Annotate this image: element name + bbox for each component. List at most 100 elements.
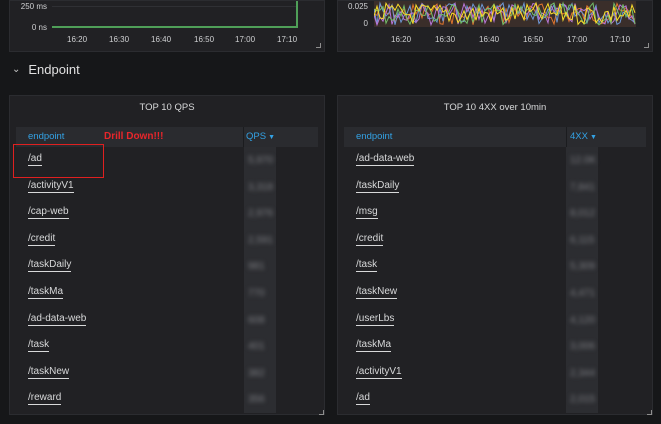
endpoint-link[interactable]: /taskDaily — [356, 180, 400, 193]
column-header-endpoint[interactable]: endpoint — [28, 131, 64, 142]
endpoint-link[interactable]: /ad-data-web — [356, 153, 415, 166]
value-cell: 3,318 — [244, 173, 276, 201]
blurred-value: 2,015 — [570, 394, 596, 406]
table-row: /task 401 — [16, 333, 318, 360]
blurred-value: 401 — [248, 341, 265, 353]
column-divider — [243, 127, 244, 147]
value-cell: 981 — [244, 253, 276, 280]
table-row: /taskNew 4,471 — [344, 280, 646, 307]
endpoint-link[interactable]: /cap-web — [28, 206, 69, 220]
endpoint-link[interactable]: /taskMa — [28, 286, 64, 299]
blurred-value: 6,115 — [570, 234, 595, 246]
endpoint-link[interactable]: /taskNew — [28, 366, 70, 379]
chevron-down-icon: ⌄ — [12, 64, 21, 75]
value-cell: 5,970 — [244, 147, 276, 174]
blurred-value: 5,309 — [570, 261, 596, 273]
column-header-qps[interactable]: QPS ▼ — [246, 131, 275, 142]
y-axis-label: 0 — [363, 19, 368, 28]
blurred-value: 3,006 — [570, 341, 596, 353]
blurred-value: 12.0K — [570, 155, 597, 166]
endpoint-link[interactable]: /taskNew — [356, 286, 398, 299]
x-axis-label: 17:00 — [235, 35, 256, 44]
series-line-end — [296, 1, 298, 28]
column-header-label: 4XX — [570, 131, 588, 142]
series-line — [52, 26, 298, 28]
endpoint-link[interactable]: /taskDaily — [28, 259, 72, 273]
endpoint-link[interactable]: /ad — [356, 392, 370, 406]
x-axis-label: 16:30 — [435, 35, 456, 44]
table-row: /taskDaily 7,841 — [344, 173, 646, 201]
value-cell: 2,976 — [244, 200, 276, 227]
blurred-value: 3,318 — [248, 181, 274, 193]
table-row: /taskNew 382 — [16, 359, 318, 387]
endpoint-link[interactable]: /reward — [28, 392, 62, 406]
row-title: Endpoint — [28, 62, 80, 77]
endpoint-link[interactable]: /msg — [356, 206, 378, 220]
endpoint-link[interactable]: /credit — [356, 233, 384, 246]
endpoint-link[interactable]: /task — [356, 259, 378, 273]
y-axis-label: 250 ms — [20, 2, 47, 11]
endpoint-link[interactable]: /activityV1 — [356, 366, 402, 379]
value-cell: 608 — [244, 306, 276, 334]
blurred-value: 2,344 — [570, 367, 596, 379]
value-cell: 5,309 — [566, 253, 598, 280]
table-row: /credit 6,115 — [344, 226, 646, 254]
endpoint-link[interactable]: /ad-data-web — [28, 313, 87, 326]
endpoint-link[interactable]: /task — [28, 339, 50, 353]
table-row: /cap-web 2,976 — [16, 200, 318, 227]
panel-title[interactable]: TOP 10 QPS — [10, 102, 324, 113]
drill-down-annotation: Drill Down!!! — [104, 131, 164, 142]
value-cell: 4,120 — [566, 306, 598, 334]
panel-title[interactable]: TOP 10 4XX over 10min — [338, 102, 652, 113]
table-row: /ad 2,015 — [344, 386, 646, 413]
blurred-value: 8,012 — [570, 208, 596, 220]
column-header-endpoint[interactable]: endpoint — [356, 131, 392, 142]
table-row: /msg 8,012 — [344, 200, 646, 227]
column-header-label: QPS — [246, 131, 267, 142]
x-axis-label: 16:20 — [67, 35, 88, 44]
endpoint-link[interactable]: /userLbs — [356, 313, 395, 326]
blurred-value: 2,976 — [248, 208, 274, 220]
resize-handle-icon[interactable] — [647, 410, 652, 415]
top-qps-panel: TOP 10 QPS endpoint QPS ▼ /ad 5,970/activi… — [9, 95, 325, 415]
table-row: /taskDaily 981 — [16, 253, 318, 280]
y-axis-label: 0.025 — [347, 2, 368, 11]
x-axis-label: 17:00 — [567, 35, 588, 44]
table-header: endpoint 4XX ▼ — [344, 127, 646, 147]
value-cell: 4,471 — [566, 280, 598, 307]
resize-handle-icon[interactable] — [316, 43, 321, 48]
top-4xx-panel: TOP 10 4XX over 10min endpoint 4XX ▼ /ad-… — [337, 95, 653, 415]
value-cell: 6,115 — [566, 226, 598, 254]
sort-desc-icon: ▼ — [268, 134, 275, 141]
latency-graph-panel[interactable]: 250 ms 0 ns 16:20 16:30 16:40 16:50 17:0… — [9, 0, 325, 52]
blurred-value: 981 — [248, 261, 265, 273]
gridline — [52, 6, 298, 7]
x-axis-label: 16:40 — [151, 35, 172, 44]
endpoint-link[interactable]: /activityV1 — [28, 180, 74, 193]
x-axis-label: 16:30 — [109, 35, 130, 44]
blurred-value: 4,471 — [570, 288, 596, 299]
x-axis-label: 16:50 — [523, 35, 544, 44]
blurred-value: 2,591 — [248, 234, 274, 246]
resize-handle-icon[interactable] — [319, 410, 324, 415]
blurred-value: 7,841 — [570, 181, 596, 193]
blurred-value: 356 — [248, 394, 265, 406]
multi-series-noise-area — [374, 1, 636, 27]
value-cell: 2,015 — [566, 386, 598, 413]
table-row: /reward 356 — [16, 386, 318, 413]
value-cell: 356 — [244, 386, 276, 413]
error-rate-graph-panel[interactable]: 0.025 0 16:20 16:30 16:40 16:50 17:00 17… — [337, 0, 653, 52]
table-row: /credit 2,591 — [16, 226, 318, 254]
blurred-value: 608 — [248, 314, 265, 326]
table-row: /taskMa 3,006 — [344, 333, 646, 360]
table-row: /taskMa 770 — [16, 280, 318, 307]
resize-handle-icon[interactable] — [644, 43, 649, 48]
table-row: /ad-data-web 608 — [16, 306, 318, 334]
column-header-4xx[interactable]: 4XX ▼ — [570, 131, 597, 142]
row-header-endpoint[interactable]: ⌄ Endpoint — [12, 62, 80, 77]
highlight-box — [13, 144, 104, 178]
endpoint-link[interactable]: /credit — [28, 233, 56, 246]
endpoint-link[interactable]: /taskMa — [356, 339, 392, 353]
table-row: /task 5,309 — [344, 253, 646, 280]
x-axis-label: 16:20 — [391, 35, 412, 44]
